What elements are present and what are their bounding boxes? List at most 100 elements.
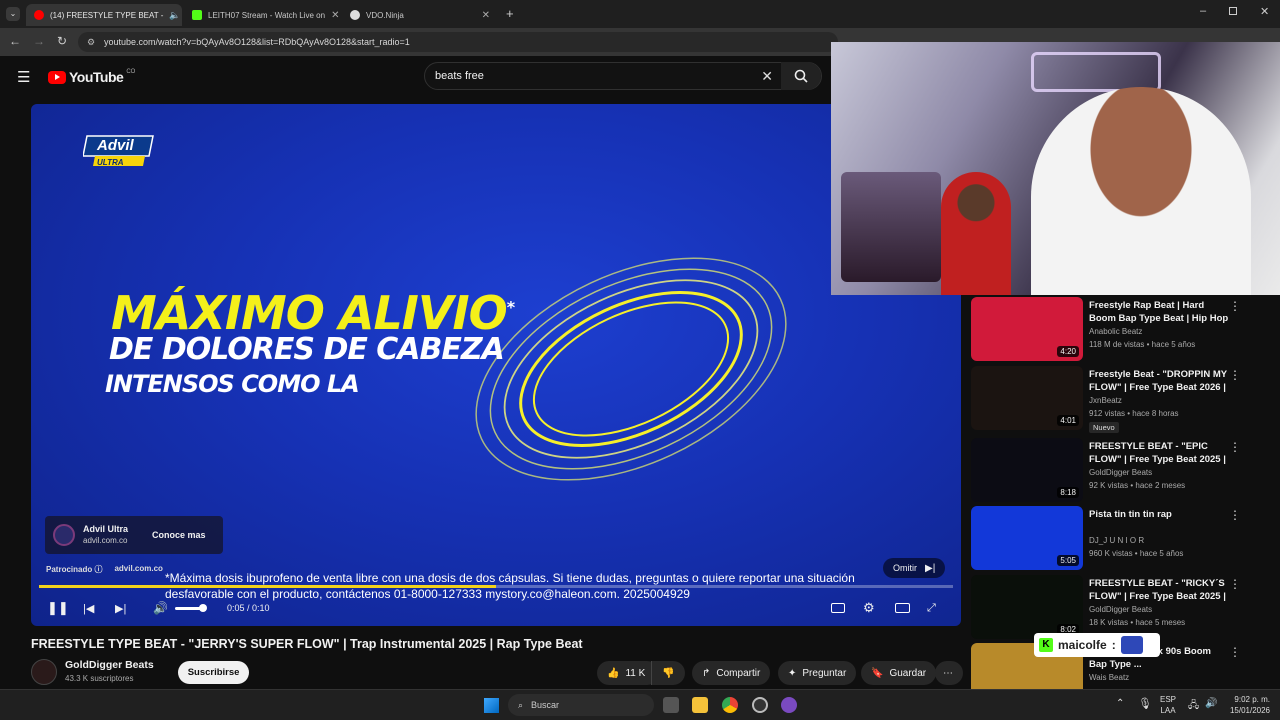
video-thumbnail[interactable]: 8:02	[971, 575, 1083, 639]
channel-name[interactable]: GoldDigger Beats	[65, 659, 154, 672]
more-actions-button[interactable]: ⋯	[935, 661, 963, 685]
related-video-title[interactable]: Freestyle Rap Beat | Hard Boom Bap Type …	[1089, 299, 1229, 325]
clear-search-icon[interactable]: ✕	[761, 68, 773, 85]
advil-ultra-text: ULTRA	[97, 158, 124, 167]
minimize-icon[interactable]: –	[1200, 5, 1206, 17]
related-video-title[interactable]: FREESTYLE BEAT - "EPIC FLOW" | Free Type…	[1089, 440, 1229, 466]
new-tab-icon[interactable]: +	[506, 6, 514, 21]
more-vertical-icon[interactable]: ⋮	[1229, 299, 1241, 313]
forward-icon[interactable]: →	[33, 34, 45, 48]
file-explorer-icon[interactable]	[692, 697, 708, 713]
settings-icon[interactable]: ⚙	[863, 600, 875, 616]
youtube-logo-text: YouTube	[69, 69, 124, 85]
more-vertical-icon[interactable]: ⋮	[1229, 508, 1241, 522]
related-video-channel[interactable]: JxnBeatz	[1089, 396, 1122, 405]
related-video-item[interactable]: 4:01 Freestyle Beat - "DROPPIN MY FLOW" |…	[971, 366, 1241, 433]
taskbar-search[interactable]: ⌕ Buscar	[508, 694, 654, 716]
info-icon[interactable]: ⓘ	[94, 565, 102, 574]
close-window-icon[interactable]: ✕	[1260, 5, 1269, 18]
ad-progress-fill	[39, 585, 496, 588]
more-horizontal-icon: ⋯	[943, 667, 953, 679]
related-video-channel[interactable]: Anabolic Beatz	[1089, 327, 1142, 336]
menu-icon[interactable]: ☰	[17, 68, 30, 86]
tab-vdo-ninja[interactable]: VDO.Ninja ✕	[342, 4, 498, 26]
back-icon[interactable]: ←	[9, 34, 21, 48]
video-thumbnail[interactable]: 8:18	[971, 438, 1083, 502]
related-video-channel[interactable]: Wais Beatz	[1089, 673, 1129, 682]
subscribe-button[interactable]: Suscribirse	[177, 660, 250, 684]
tab-youtube[interactable]: (14) FREESTYLE TYPE BEAT - 🔈 ✕	[26, 4, 182, 26]
video-thumbnail[interactable]: 5:05	[971, 506, 1083, 570]
related-video-title[interactable]: Pista tin tin tin rap	[1089, 508, 1229, 521]
related-video-channel[interactable]: GoldDigger Beats	[1089, 605, 1152, 614]
previous-icon[interactable]: |◀	[83, 602, 94, 615]
reload-icon[interactable]: ↻	[57, 34, 67, 48]
share-button[interactable]: ↱ Compartir	[692, 661, 771, 685]
task-view-icon[interactable]	[663, 697, 679, 713]
related-video-meta: 912 vistas • hace 8 horas	[1089, 409, 1179, 418]
ad-info-card[interactable]: Advil Ultra advil.com.co Conoce mas	[45, 516, 223, 554]
restore-icon[interactable]	[1229, 7, 1237, 15]
close-tab-icon[interactable]: ✕	[331, 10, 339, 21]
search-icon: ⌕	[518, 699, 524, 710]
ask-label: Preguntar	[802, 667, 847, 679]
volume-slider-handle[interactable]	[199, 604, 207, 612]
ask-button[interactable]: ✦ Preguntar	[778, 661, 857, 685]
clock[interactable]: 9:02 p. m. 15/01/2026	[1224, 694, 1270, 716]
video-thumbnail[interactable]: 4:01	[971, 366, 1083, 430]
related-video-item[interactable]: 8:02 FREESTYLE BEAT - "RICKY´S FLOW" | Fr…	[971, 575, 1241, 639]
obs-icon[interactable]	[752, 697, 768, 713]
fullscreen-icon[interactable]: ⤢	[927, 602, 936, 615]
volume-icon[interactable]: 🔊	[153, 601, 168, 615]
sponsored-url[interactable]: advil.com.co	[114, 564, 162, 575]
related-video-item[interactable]: 5:05 Pista tin tin tin rap DJ_J U N I O R 9…	[971, 506, 1241, 570]
speaker-icon[interactable]: 🔊	[1205, 698, 1217, 709]
more-vertical-icon[interactable]: ⋮	[1229, 440, 1241, 454]
channel-avatar[interactable]	[31, 659, 57, 685]
tab-kick[interactable]: LEITH07 Stream - Watch Live on ✕	[184, 4, 342, 26]
video-duration: 4:01	[1057, 415, 1079, 426]
tab-vdo-ninja-label: VDO.Ninja	[366, 10, 404, 20]
search-button[interactable]	[781, 62, 821, 90]
microphone-icon[interactable]: 🎙	[1138, 697, 1152, 710]
like-button[interactable]: 👍 11 K	[597, 661, 659, 685]
save-button[interactable]: 🔖 Guardar	[861, 661, 937, 685]
tab-list-chevron-icon[interactable]: ⌄	[6, 7, 20, 21]
tray-chevron-icon[interactable]: ⌃	[1116, 698, 1124, 709]
windows-start-icon[interactable]	[484, 698, 499, 713]
clock-time: 9:02 p. m.	[1234, 695, 1270, 704]
subtitles-icon[interactable]	[831, 603, 845, 613]
video-thumbnail[interactable]: 4:20	[971, 297, 1083, 361]
chrome-icon[interactable]	[722, 697, 738, 713]
related-video-channel[interactable]: DJ_J U N I O R	[1089, 536, 1144, 545]
ad-progress-bar[interactable]	[39, 585, 953, 588]
video-duration: 4:20	[1057, 346, 1079, 357]
related-video-item[interactable]: 8:18 FREESTYLE BEAT - "EPIC FLOW" | Free …	[971, 438, 1241, 502]
language-indicator[interactable]: ESP LAA	[1160, 694, 1176, 716]
dislike-button[interactable]: 👎	[651, 661, 685, 685]
video-title: FREESTYLE TYPE BEAT - "JERRY'S SUPER FLO…	[31, 637, 583, 651]
related-video-title[interactable]: FREESTYLE BEAT - "RICKY´S FLOW" | Free T…	[1089, 577, 1229, 603]
url-field[interactable]: ⚙ youtube.com/watch?v=bQAyAv8O128&list=R…	[78, 32, 838, 52]
conoce-mas-button[interactable]: Conoce mas	[152, 530, 206, 540]
related-video-title[interactable]: Freestyle Beat - "DROPPIN MY FLOW" | Fre…	[1089, 368, 1229, 394]
related-video-channel[interactable]: GoldDigger Beats	[1089, 468, 1152, 477]
site-info-icon[interactable]: ⚙	[87, 37, 95, 48]
pause-icon[interactable]: ❚❚	[47, 600, 69, 616]
more-vertical-icon[interactable]: ⋮	[1229, 577, 1241, 591]
skip-ad-button[interactable]: Omitir ▶|	[883, 558, 946, 578]
next-icon[interactable]: ▶|	[115, 602, 126, 615]
network-icon[interactable]: 🖧	[1188, 698, 1199, 715]
more-vertical-icon[interactable]: ⋮	[1229, 368, 1241, 382]
theater-mode-icon[interactable]	[895, 603, 910, 613]
close-tab-icon[interactable]: ✕	[482, 10, 490, 21]
more-vertical-icon[interactable]: ⋮	[1229, 645, 1241, 659]
youtube-logo[interactable]: YouTube CO	[48, 69, 135, 85]
ad-card-url: advil.com.co	[83, 536, 128, 545]
app-icon[interactable]	[781, 697, 797, 713]
search-input[interactable]: beats free	[435, 70, 484, 82]
related-video-item[interactable]: 4:20 Freestyle Rap Beat | Hard Boom Bap T…	[971, 297, 1241, 361]
video-duration: 8:18	[1057, 487, 1079, 498]
video-player[interactable]: Advil ULTRA MÁXIMO ALIVIO* DE DOLORES DE…	[31, 104, 961, 626]
search-box[interactable]: beats free ✕	[424, 62, 822, 90]
